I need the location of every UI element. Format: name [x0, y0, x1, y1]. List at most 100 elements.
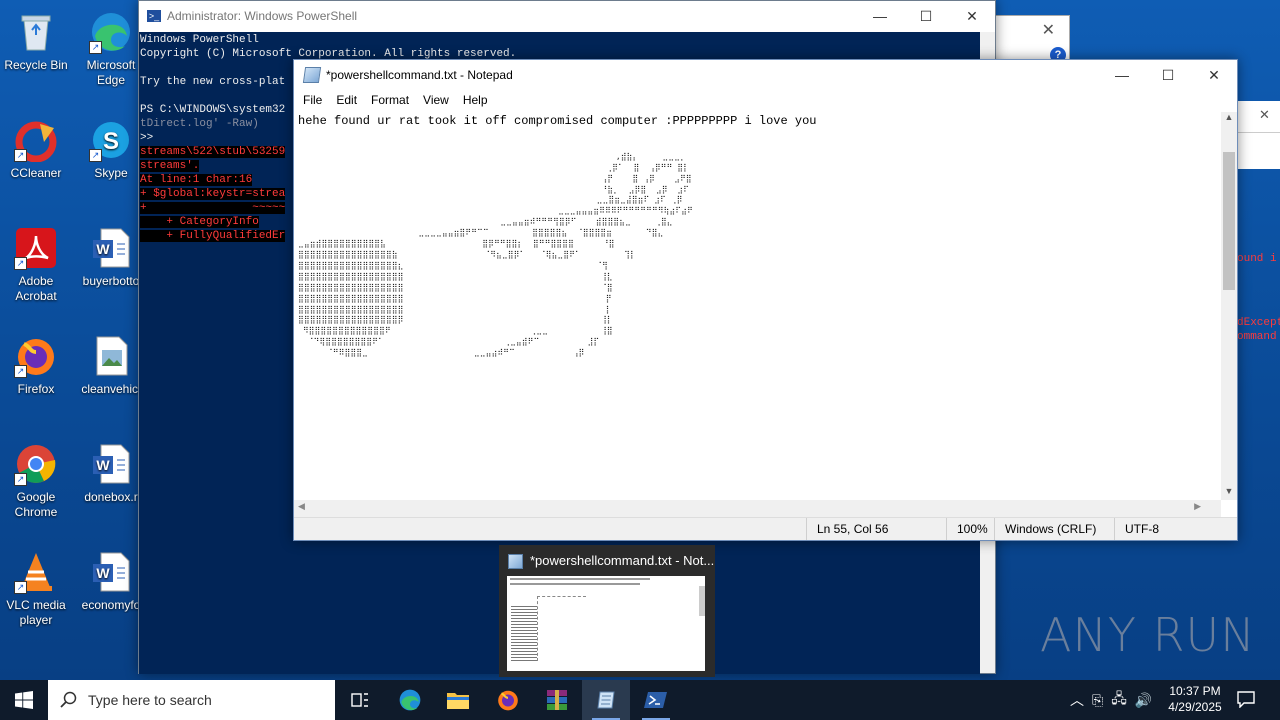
svg-text:W: W	[96, 457, 110, 473]
taskbar-notepad[interactable]	[582, 680, 630, 720]
shortcut-arrow-icon: ↗	[14, 473, 27, 486]
background-window-right[interactable]: ✕	[1237, 101, 1280, 169]
error-fragment: ommand	[1237, 331, 1277, 343]
menu-bar: File Edit Format View Help	[294, 90, 1237, 110]
desktop-icon-label: cleanvehicl	[81, 382, 141, 396]
svg-text:W: W	[96, 565, 110, 581]
error-fragment: ound i	[1237, 253, 1277, 265]
menu-edit[interactable]: Edit	[329, 93, 364, 107]
console-line: Windows PowerShell	[140, 34, 259, 46]
desktop-icon-donebox[interactable]: W donebox.r	[75, 438, 147, 505]
clock[interactable]: 10:37 PM 4/29/2025	[1160, 683, 1230, 715]
shortcut-arrow-icon: ↗	[14, 257, 27, 270]
close-button[interactable]: ✕	[1191, 60, 1237, 90]
ccleaner-icon: ↗	[14, 118, 58, 163]
minimize-button[interactable]: —	[1099, 60, 1145, 90]
line-ending: Windows (CRLF)	[994, 518, 1114, 540]
firefox-icon: ↗	[14, 334, 58, 378]
desktop-icon-label: Skype	[94, 166, 128, 180]
desktop-icon-skype[interactable]: S ↗ Skype	[75, 114, 147, 181]
volume-icon[interactable]: 🔊	[1135, 692, 1152, 709]
minimize-button[interactable]: —	[857, 1, 903, 31]
thumbnail-title: *powershellcommand.txt - Not...	[530, 553, 715, 568]
maximize-button[interactable]: ☐	[1145, 60, 1191, 90]
firefox-icon	[498, 690, 518, 711]
taskbar-winrar[interactable]	[533, 680, 581, 720]
taskbar-firefox[interactable]	[484, 680, 532, 720]
desktop-icon-label: Google Chrome	[14, 490, 58, 519]
skype-icon: S ↗	[89, 118, 133, 162]
notepad-icon	[508, 554, 523, 569]
network-icon[interactable]: 🖧	[1111, 688, 1127, 712]
desktop-icon-edge[interactable]: ↗ Microsoft Edge	[75, 6, 147, 88]
cursor-position: Ln 55, Col 56	[806, 518, 946, 540]
ascii-art: ,⣾⣷⡄ ⣀⣀⣀⡀ ⢀⡿⠁ ⣿ ⢠⡿⠛⠛ ⣿⡇ ⢠⡟ ⣿ ⢠⡿ ⣠⠟⣿ ⠘⣷⡀ …	[298, 151, 693, 358]
edge-icon: ↗	[89, 10, 133, 54]
svg-text:S: S	[103, 128, 119, 155]
folder-icon	[447, 693, 469, 709]
chevron-up-icon[interactable]: ︿	[1070, 690, 1084, 710]
notepad-icon	[302, 67, 322, 83]
powershell-titlebar[interactable]: >_ Administrator: Windows PowerShell — ☐…	[139, 1, 995, 31]
menu-view[interactable]: View	[416, 93, 456, 107]
taskbar-file-explorer[interactable]	[434, 680, 482, 720]
text-first-line: hehe found ur rat took it off compromise…	[298, 114, 817, 128]
device-icon[interactable]: ⎘	[1092, 692, 1103, 709]
scroll-thumb[interactable]	[1223, 152, 1235, 290]
search-placeholder: Type here to search	[88, 692, 212, 708]
desktop-icon-recycle-bin[interactable]: Recycle Bin	[0, 6, 72, 73]
winrar-icon	[547, 690, 567, 710]
encoding: UTF-8	[1114, 518, 1237, 540]
desktop-icon-label: economyfo	[81, 598, 141, 612]
shortcut-arrow-icon: ↗	[89, 149, 102, 162]
chrome-icon: ↗	[14, 442, 58, 486]
anyrun-watermark: ANY RUN	[1040, 608, 1256, 662]
scroll-left-arrow-icon[interactable]: ◀	[298, 501, 305, 512]
window-title: Administrator: Windows PowerShell	[167, 9, 358, 23]
scroll-up-arrow-icon[interactable]: ▲	[1221, 112, 1237, 126]
desktop-icon-label: buyerbotto	[82, 274, 140, 288]
desktop-icon-firefox[interactable]: ↗ Firefox	[0, 330, 72, 397]
notepad-window[interactable]: *powershellcommand.txt - Notepad — ☐ ✕ F…	[293, 59, 1238, 541]
notepad-titlebar[interactable]: *powershellcommand.txt - Notepad — ☐ ✕	[294, 60, 1237, 90]
system-tray: ︿ ⎘ 🖧 🔊	[1070, 680, 1152, 720]
taskbar-powershell[interactable]	[632, 680, 680, 720]
task-view-button[interactable]	[336, 680, 384, 720]
notepad-icon	[597, 691, 615, 709]
desktop-icon-google-chrome[interactable]: ↗ Google Chrome	[0, 438, 72, 520]
acrobat-icon: ↗	[14, 226, 58, 270]
desktop-icon-cleanvehicl[interactable]: cleanvehicl	[75, 330, 147, 397]
close-icon[interactable]: ✕	[1259, 107, 1270, 123]
powershell-icon: >_	[147, 10, 161, 22]
close-icon[interactable]: ✕	[1042, 20, 1055, 40]
word-document-icon: W	[89, 550, 133, 594]
desktop: Recycle Bin ↗ Microsoft Edge ↗ CCleaner …	[0, 0, 1280, 680]
desktop-icon-ccleaner[interactable]: ↗ CCleaner	[0, 114, 72, 181]
desktop-icon-vlc[interactable]: ↗ VLC media player	[0, 546, 72, 628]
taskbar-thumbnail-preview[interactable]: *powershellcommand.txt - Not...	[499, 545, 715, 677]
scroll-right-arrow-icon[interactable]: ▶	[1194, 501, 1201, 512]
shortcut-arrow-icon: ↗	[89, 41, 102, 54]
word-document-icon: W	[89, 226, 133, 270]
scroll-down-arrow-icon[interactable]: ▼	[1221, 486, 1237, 500]
taskbar-edge[interactable]	[386, 680, 434, 720]
desktop-icon-adobe-acrobat[interactable]: ↗ Adobe Acrobat	[0, 222, 72, 304]
close-button[interactable]: ✕	[949, 1, 995, 31]
text-editor[interactable]: hehe found ur rat took it off compromise…	[294, 112, 1221, 560]
desktop-icon-label: Recycle Bin	[4, 58, 68, 72]
menu-format[interactable]: Format	[364, 93, 416, 107]
notifications-icon[interactable]	[1236, 690, 1256, 713]
horizontal-scrollbar[interactable]: ◀ ▶	[294, 500, 1221, 517]
desktop-icon-economyfo[interactable]: W economyfo	[75, 546, 147, 613]
start-button[interactable]	[0, 680, 48, 720]
window-title: *powershellcommand.txt - Notepad	[326, 68, 513, 82]
menu-help[interactable]: Help	[456, 93, 495, 107]
thumbnail-image	[507, 576, 705, 671]
vertical-scrollbar[interactable]: ▲ ▼	[1221, 112, 1237, 500]
desktop-icon-label: CCleaner	[10, 166, 62, 180]
search-box[interactable]: Type here to search	[48, 680, 335, 720]
edge-icon	[399, 689, 421, 711]
maximize-button[interactable]: ☐	[903, 1, 949, 31]
desktop-icon-buyerbotto[interactable]: W buyerbotto	[75, 222, 147, 289]
menu-file[interactable]: File	[296, 93, 329, 107]
